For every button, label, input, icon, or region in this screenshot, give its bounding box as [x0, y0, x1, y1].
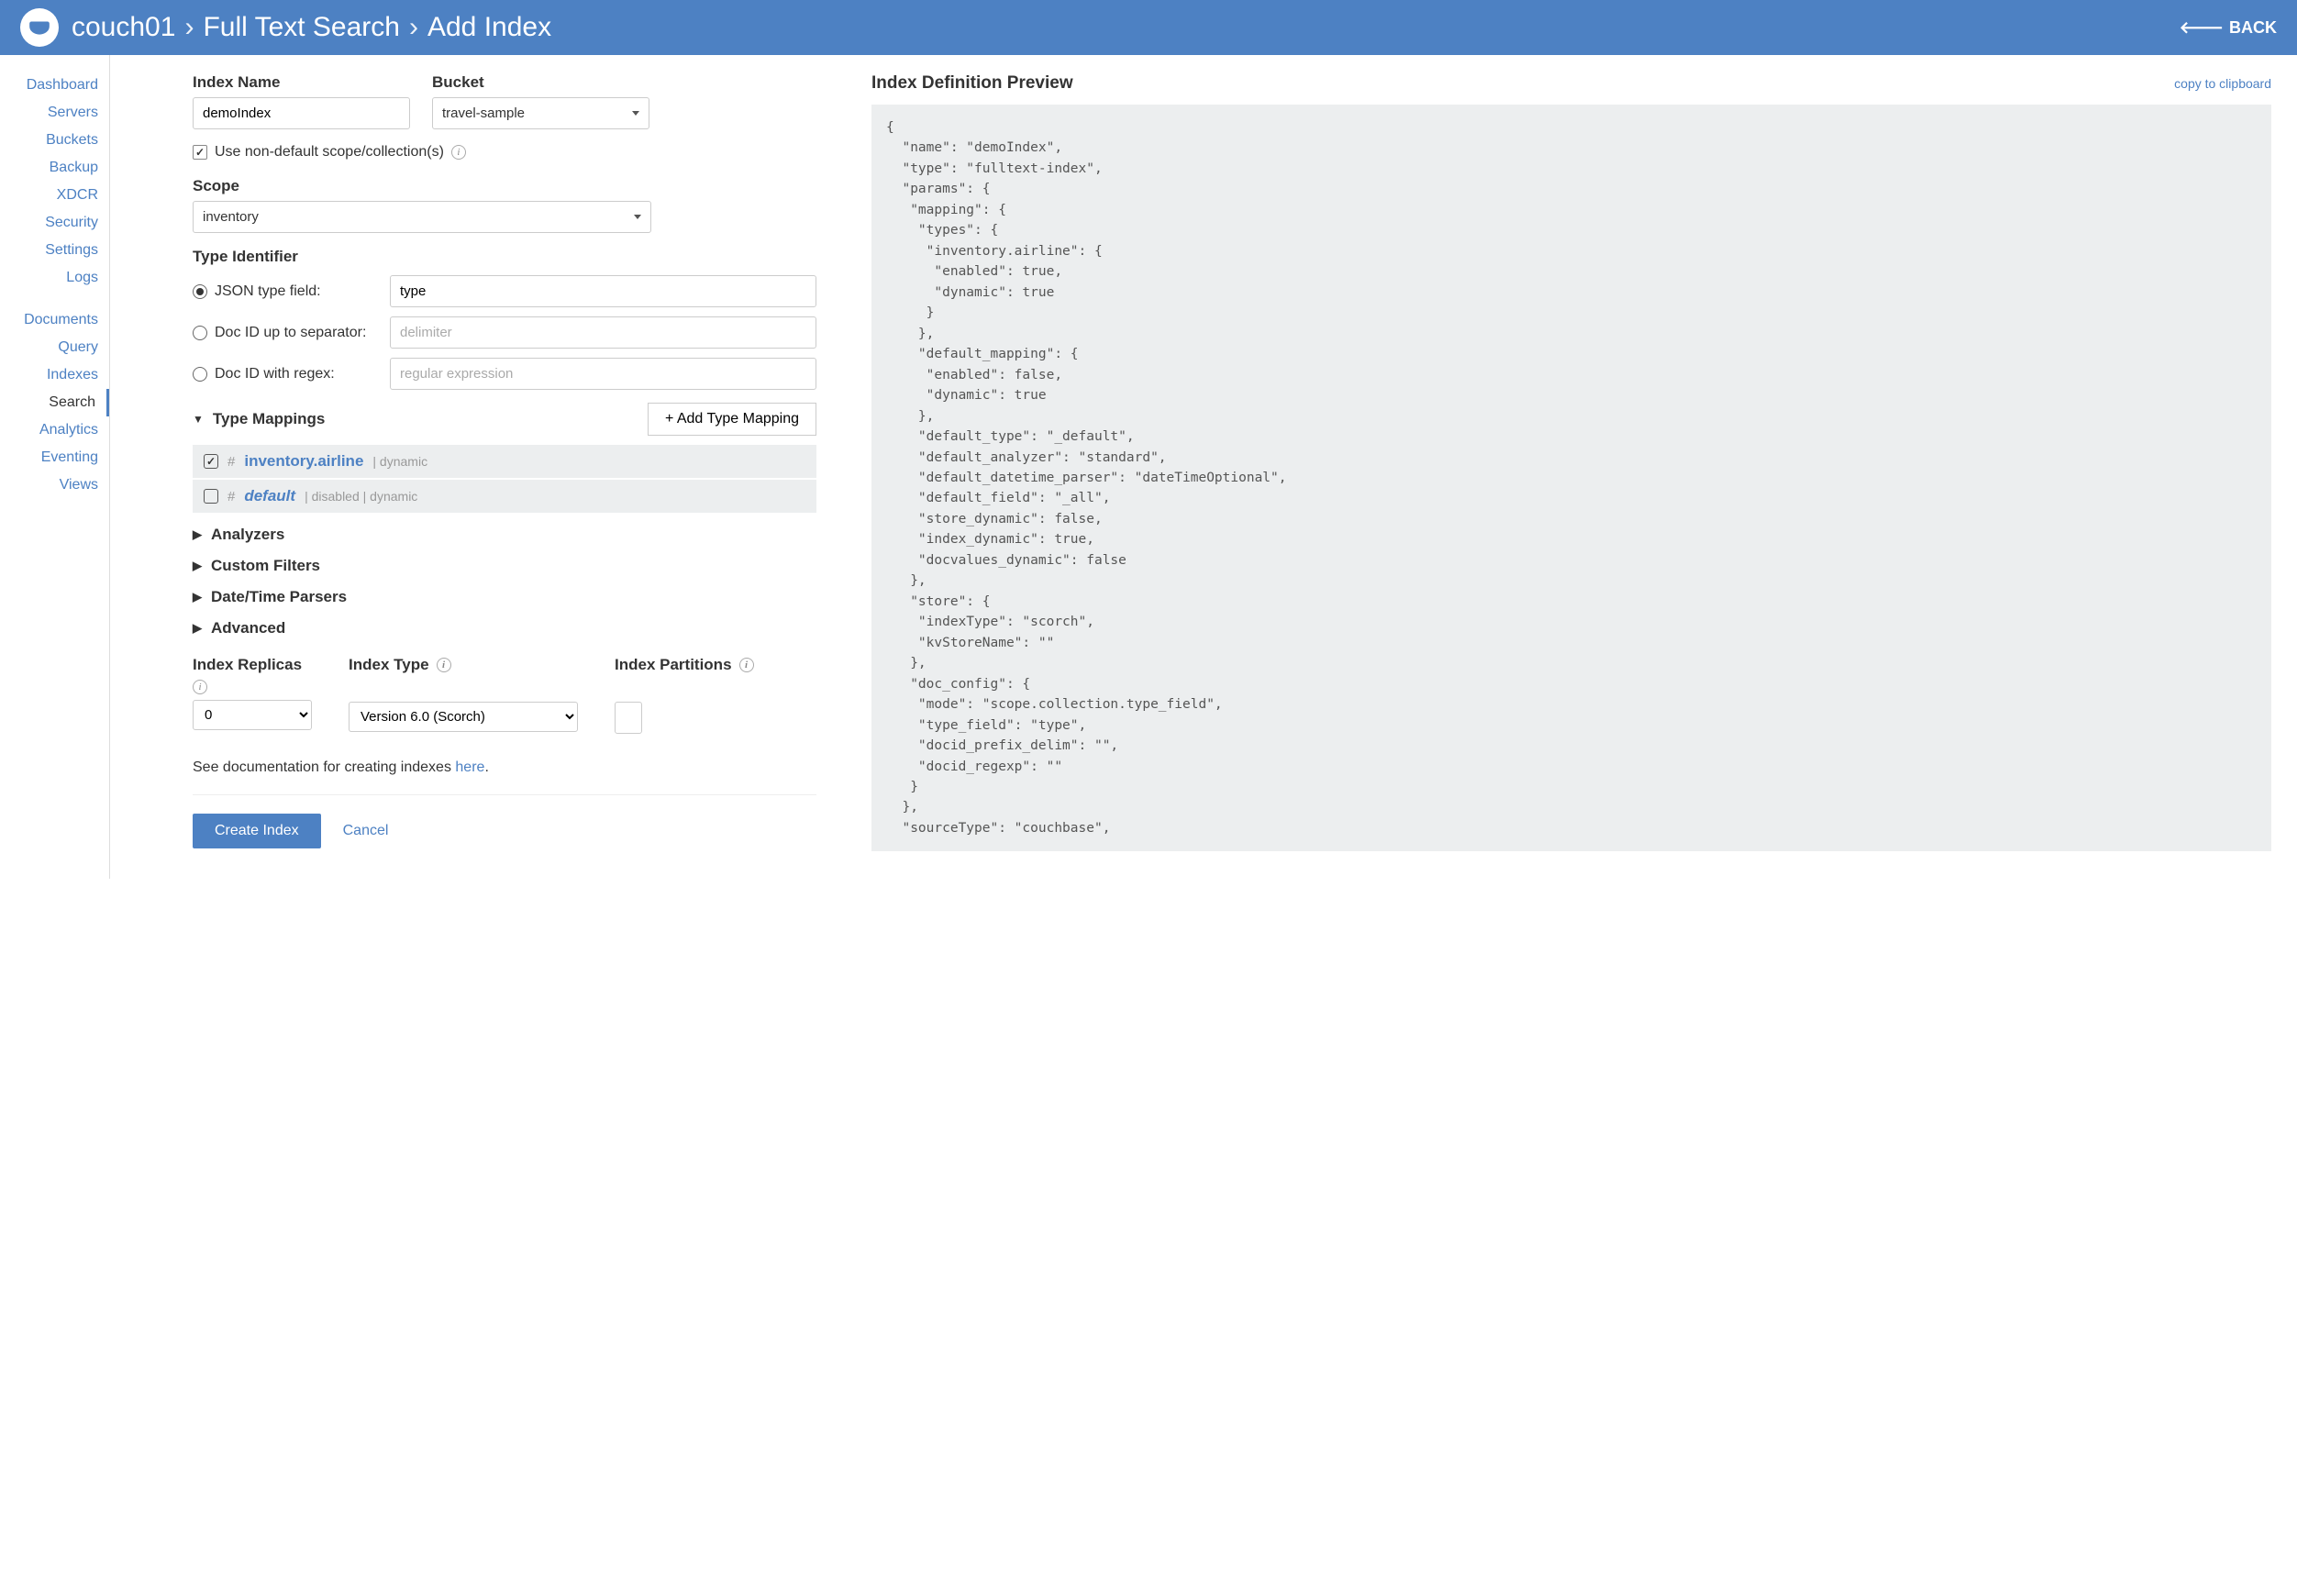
sidebar-item-views[interactable]: Views: [0, 471, 109, 499]
caret-down-icon[interactable]: ▼: [193, 413, 204, 426]
info-icon[interactable]: i: [437, 658, 451, 672]
mapping-tags: | dynamic: [372, 454, 427, 469]
section-label: Advanced: [211, 619, 285, 637]
sidebar-item-documents[interactable]: Documents: [0, 306, 109, 334]
docid-sep-radio[interactable]: [193, 326, 207, 340]
sidebar-item-security[interactable]: Security: [0, 209, 109, 237]
scope-select[interactable]: inventory: [193, 201, 651, 233]
back-button[interactable]: 🡐 BACK: [2180, 18, 2277, 38]
mapping-checkbox[interactable]: [204, 454, 218, 469]
hash-icon: #: [227, 454, 235, 470]
mapping-name: inventory.airline: [244, 452, 363, 471]
index-name-input[interactable]: [193, 97, 410, 129]
preview-title: Index Definition Preview: [871, 73, 1073, 94]
json-type-radio-label: JSON type field:: [215, 283, 321, 300]
json-type-input[interactable]: [390, 275, 816, 307]
type-mappings-label[interactable]: Type Mappings: [213, 410, 325, 428]
docid-sep-input[interactable]: [390, 316, 816, 349]
json-type-radio[interactable]: [193, 284, 207, 299]
caret-right-icon: ▶: [193, 590, 202, 604]
create-index-button[interactable]: Create Index: [193, 814, 321, 848]
type-mappings-list: # inventory.airline | dynamic # default | dis…: [193, 445, 816, 513]
sidebar-item-xdcr[interactable]: XDCR: [0, 182, 109, 209]
copy-to-clipboard-link[interactable]: copy to clipboard: [2174, 76, 2271, 91]
mapping-checkbox[interactable]: [204, 489, 218, 504]
caret-right-icon: ▶: [193, 621, 202, 636]
nondefault-scope-checkbox[interactable]: [193, 145, 207, 160]
section-analyzers[interactable]: ▶ Analyzers: [193, 526, 816, 544]
cancel-button[interactable]: Cancel: [343, 823, 389, 839]
section-custom-filters[interactable]: ▶ Custom Filters: [193, 557, 816, 575]
type-mapping-row[interactable]: # inventory.airline | dynamic: [193, 445, 816, 478]
section-label: Date/Time Parsers: [211, 588, 347, 606]
index-type-select[interactable]: Version 6.0 (Scorch): [349, 702, 578, 732]
form-area: Index Name Bucket travel-sample Use non-…: [193, 73, 816, 851]
hash-icon: #: [227, 489, 235, 504]
docid-regex-radio[interactable]: [193, 367, 207, 382]
breadcrumb-item: Add Index: [427, 12, 551, 43]
caret-down-icon: [632, 111, 639, 116]
caret-right-icon: ▶: [193, 527, 202, 542]
info-icon[interactable]: i: [193, 680, 207, 694]
docid-regex-input[interactable]: [390, 358, 816, 390]
divider: [193, 794, 816, 795]
section-label: Custom Filters: [211, 557, 320, 575]
nondefault-scope-label: Use non-default scope/collection(s): [215, 144, 444, 161]
sidebar-item-query[interactable]: Query: [0, 334, 109, 361]
sidebar-item-servers[interactable]: Servers: [0, 99, 109, 127]
index-partitions-label: Index Partitions i: [615, 656, 754, 674]
docid-sep-radio-label: Doc ID up to separator:: [215, 325, 366, 341]
breadcrumb-item[interactable]: couch01: [72, 12, 175, 43]
bucket-select[interactable]: travel-sample: [432, 97, 649, 129]
mapping-name: default: [244, 487, 295, 505]
top-header: couch01 › Full Text Search › Add Index 🡐…: [0, 0, 2297, 55]
scope-label: Scope: [193, 177, 651, 195]
type-identifier-label: Type Identifier: [193, 248, 816, 266]
sidebar-item-backup[interactable]: Backup: [0, 154, 109, 182]
arrow-left-icon: 🡐: [2180, 18, 2224, 38]
caret-right-icon: ▶: [193, 559, 202, 573]
section-advanced[interactable]: ▶ Advanced: [193, 619, 816, 637]
header-left: couch01 › Full Text Search › Add Index: [20, 8, 551, 47]
sidebar: DashboardServersBucketsBackupXDCRSecurit…: [0, 55, 110, 879]
section-date-time-parsers[interactable]: ▶ Date/Time Parsers: [193, 588, 816, 606]
documentation-link[interactable]: here: [455, 759, 484, 775]
index-partitions-input[interactable]: [615, 702, 642, 734]
bucket-value: travel-sample: [442, 105, 525, 121]
sidebar-item-indexes[interactable]: Indexes: [0, 361, 109, 389]
documentation-text: See documentation for creating indexes h…: [193, 759, 816, 776]
sidebar-group: DashboardServersBucketsBackupXDCRSecurit…: [0, 72, 109, 292]
sidebar-item-analytics[interactable]: Analytics: [0, 416, 109, 444]
scope-value: inventory: [203, 209, 259, 225]
index-replicas-select[interactable]: 0: [193, 700, 312, 730]
info-icon[interactable]: i: [739, 658, 754, 672]
info-icon[interactable]: i: [451, 145, 466, 160]
sidebar-item-logs[interactable]: Logs: [0, 264, 109, 292]
breadcrumb: couch01 › Full Text Search › Add Index: [72, 12, 551, 43]
index-name-label: Index Name: [193, 73, 410, 92]
sidebar-item-search[interactable]: Search: [0, 389, 109, 416]
preview-json: { "name": "demoIndex", "type": "fulltext…: [871, 105, 2271, 851]
logo-icon: [20, 8, 59, 47]
docid-regex-radio-label: Doc ID with regex:: [215, 366, 335, 382]
sidebar-group: DocumentsQueryIndexesSearchAnalyticsEven…: [0, 306, 109, 499]
add-type-mapping-button[interactable]: + Add Type Mapping: [648, 403, 816, 436]
chevron-right-icon: ›: [409, 12, 418, 43]
caret-down-icon: [634, 215, 641, 219]
type-mapping-row[interactable]: # default | disabled | dynamic: [193, 480, 816, 513]
bucket-label: Bucket: [432, 73, 649, 92]
back-label: BACK: [2229, 18, 2277, 38]
mapping-tags: | disabled | dynamic: [305, 489, 417, 504]
sidebar-item-settings[interactable]: Settings: [0, 237, 109, 264]
preview-area: Index Definition Preview copy to clipboa…: [871, 73, 2271, 851]
sidebar-item-eventing[interactable]: Eventing: [0, 444, 109, 471]
sidebar-item-dashboard[interactable]: Dashboard: [0, 72, 109, 99]
chevron-right-icon: ›: [184, 12, 194, 43]
index-replicas-label: Index Replicas: [193, 656, 312, 674]
section-label: Analyzers: [211, 526, 284, 544]
breadcrumb-item[interactable]: Full Text Search: [203, 12, 400, 43]
sidebar-item-buckets[interactable]: Buckets: [0, 127, 109, 154]
index-type-label: Index Type i: [349, 656, 578, 674]
